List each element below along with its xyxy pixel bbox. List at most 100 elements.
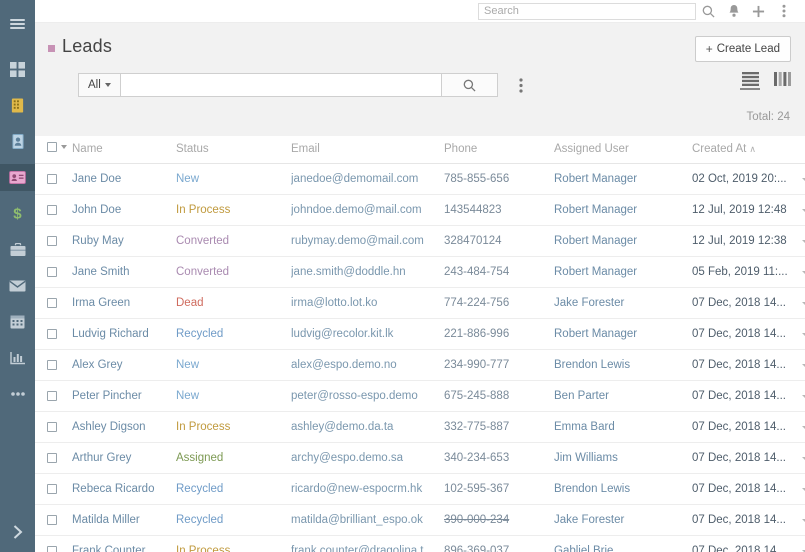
row-checkbox[interactable] bbox=[47, 359, 57, 370]
sidebar-item-calendar[interactable] bbox=[0, 308, 35, 335]
sidebar-item-contacts[interactable] bbox=[0, 128, 35, 155]
row-checkbox[interactable] bbox=[47, 235, 57, 246]
list-view-button[interactable] bbox=[740, 72, 760, 90]
lead-name-link[interactable]: Jane Smith bbox=[72, 266, 130, 278]
row-select-cell[interactable] bbox=[35, 194, 72, 226]
row-select-cell[interactable] bbox=[35, 504, 72, 536]
sidebar-item-accounts[interactable] bbox=[0, 92, 35, 119]
assigned-user-link[interactable]: Ben Parter bbox=[554, 390, 609, 402]
row-checkbox[interactable] bbox=[47, 328, 57, 339]
lead-name-link[interactable]: Peter Pincher bbox=[72, 390, 142, 402]
filter-preset-dropdown[interactable]: All bbox=[78, 73, 120, 97]
table-row[interactable]: Ashley Digson In Process ashley@demo.da.ta… bbox=[35, 411, 805, 443]
assigned-user-link[interactable]: Gabliel Brie bbox=[554, 545, 613, 552]
assigned-user-link[interactable]: Robert Manager bbox=[554, 328, 637, 340]
row-select-cell[interactable] bbox=[35, 535, 72, 552]
assigned-user-link[interactable]: Jim Williams bbox=[554, 452, 618, 464]
assigned-user-link[interactable]: Robert Manager bbox=[554, 266, 637, 278]
email-link[interactable]: ricardo@new-espocrm.hk bbox=[291, 483, 422, 495]
filter-search-input[interactable] bbox=[119, 73, 442, 97]
table-row[interactable]: Peter Pincher New peter@rosso-espo.demo 675… bbox=[35, 380, 805, 412]
sidebar-item-dashboard[interactable] bbox=[0, 56, 35, 83]
lead-name-link[interactable]: John Doe bbox=[72, 204, 121, 216]
row-checkbox[interactable] bbox=[47, 266, 57, 277]
row-checkbox[interactable] bbox=[47, 204, 57, 215]
email-link[interactable]: johndoe.demo@mail.com bbox=[291, 204, 422, 216]
assigned-user-link[interactable]: Robert Manager bbox=[554, 173, 637, 185]
sidebar-item-opportunities[interactable]: $ bbox=[0, 200, 35, 227]
row-checkbox[interactable] bbox=[47, 421, 57, 432]
lead-name-link[interactable]: Ruby May bbox=[72, 235, 124, 247]
row-select-cell[interactable] bbox=[35, 473, 72, 505]
table-row[interactable]: Ruby May Converted rubymay.demo@mail.com 32… bbox=[35, 225, 805, 257]
row-checkbox[interactable] bbox=[47, 483, 57, 494]
search-icon[interactable] bbox=[696, 0, 721, 23]
row-select-cell[interactable] bbox=[35, 442, 72, 474]
table-row[interactable]: Frank Counter In Process frank.counter@dra… bbox=[35, 535, 805, 552]
lead-name-link[interactable]: Ludvig Richard bbox=[72, 328, 149, 340]
lead-name-link[interactable]: Rebeca Ricardo bbox=[72, 483, 154, 495]
create-lead-button[interactable]: + Create Lead bbox=[694, 36, 791, 62]
row-select-cell[interactable] bbox=[35, 256, 72, 288]
header-created-at[interactable]: Created At ∧ bbox=[692, 136, 802, 164]
row-select-cell[interactable] bbox=[35, 380, 72, 412]
header-phone[interactable]: Phone bbox=[444, 136, 554, 164]
table-row[interactable]: Ludvig Richard Recycled ludvig@recolor.kit… bbox=[35, 318, 805, 350]
email-link[interactable]: archy@espo.demo.sa bbox=[291, 452, 403, 464]
sidebar-menu-toggle[interactable] bbox=[0, 10, 35, 38]
lead-name-link[interactable]: Matilda Miller bbox=[72, 514, 140, 526]
email-link[interactable]: janedoe@demomail.com bbox=[291, 173, 418, 185]
row-select-cell[interactable] bbox=[35, 349, 72, 381]
header-email[interactable]: Email bbox=[291, 136, 444, 164]
table-row[interactable]: Arthur Grey Assigned archy@espo.demo.sa 340… bbox=[35, 442, 805, 474]
row-checkbox[interactable] bbox=[47, 297, 57, 308]
email-link[interactable]: rubymay.demo@mail.com bbox=[291, 235, 424, 247]
sidebar-item-leads[interactable] bbox=[0, 164, 35, 191]
table-row[interactable]: Irma Green Dead irma@lotto.lot.ko 774-224-7… bbox=[35, 287, 805, 319]
row-checkbox[interactable] bbox=[47, 514, 57, 525]
lead-name-link[interactable]: Alex Grey bbox=[72, 359, 123, 371]
kanban-view-button[interactable] bbox=[774, 72, 791, 86]
table-row[interactable]: Jane Smith Converted jane.smith@doddle.hn 2… bbox=[35, 256, 805, 288]
select-all-checkbox[interactable] bbox=[47, 142, 57, 152]
lead-name-link[interactable]: Ashley Digson bbox=[72, 421, 146, 433]
header-select-all[interactable] bbox=[35, 136, 72, 164]
sidebar-item-reports[interactable] bbox=[0, 344, 35, 371]
sidebar-expand-button[interactable] bbox=[0, 518, 35, 546]
table-row[interactable]: Alex Grey New alex@espo.demo.no 234-990-777… bbox=[35, 349, 805, 381]
table-row[interactable]: Jane Doe New janedoe@demomail.com 785-855-6… bbox=[35, 163, 805, 195]
assigned-user-link[interactable]: Jake Forester bbox=[554, 514, 624, 526]
email-link[interactable]: irma@lotto.lot.ko bbox=[291, 297, 377, 309]
header-status[interactable]: Status bbox=[176, 136, 291, 164]
header-assigned-user[interactable]: Assigned User bbox=[554, 136, 692, 164]
lead-name-link[interactable]: Jane Doe bbox=[72, 173, 121, 185]
global-search-input[interactable] bbox=[478, 2, 696, 20]
row-checkbox[interactable] bbox=[47, 545, 57, 552]
email-link[interactable]: alex@espo.demo.no bbox=[291, 359, 397, 371]
assigned-user-link[interactable]: Brendon Lewis bbox=[554, 359, 630, 371]
row-checkbox[interactable] bbox=[47, 452, 57, 463]
table-row[interactable]: Rebeca Ricardo Recycled ricardo@new-espocr… bbox=[35, 473, 805, 505]
email-link[interactable]: matilda@brilliant_espo.ok bbox=[291, 514, 423, 526]
kebab-menu-icon[interactable] bbox=[771, 0, 796, 23]
row-select-cell[interactable] bbox=[35, 163, 72, 195]
table-row[interactable]: Matilda Miller Recycled matilda@brilliant_… bbox=[35, 504, 805, 536]
row-checkbox[interactable] bbox=[47, 390, 57, 401]
email-link[interactable]: ashley@demo.da.ta bbox=[291, 421, 393, 433]
sidebar-item-more[interactable] bbox=[0, 380, 35, 407]
assigned-user-link[interactable]: Robert Manager bbox=[554, 204, 637, 216]
lead-name-link[interactable]: Arthur Grey bbox=[72, 452, 131, 464]
lead-name-link[interactable]: Irma Green bbox=[72, 297, 130, 309]
row-select-cell[interactable] bbox=[35, 318, 72, 350]
assigned-user-link[interactable]: Brendon Lewis bbox=[554, 483, 630, 495]
assigned-user-link[interactable]: Jake Forester bbox=[554, 297, 624, 309]
filter-search-button[interactable] bbox=[441, 73, 498, 97]
header-name[interactable]: Name bbox=[72, 136, 176, 164]
row-select-cell[interactable] bbox=[35, 411, 72, 443]
row-select-cell[interactable] bbox=[35, 225, 72, 257]
sidebar-item-emails[interactable] bbox=[0, 272, 35, 299]
email-link[interactable]: peter@rosso-espo.demo bbox=[291, 390, 418, 402]
bell-icon[interactable] bbox=[721, 0, 746, 23]
row-checkbox[interactable] bbox=[47, 173, 57, 184]
lead-name-link[interactable]: Frank Counter bbox=[72, 545, 146, 552]
